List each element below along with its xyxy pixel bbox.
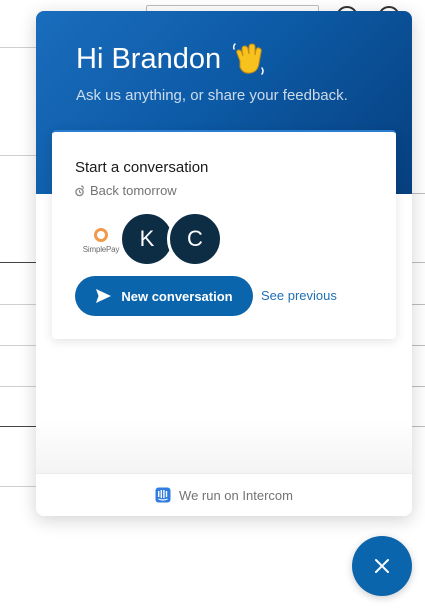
greeting-text: Hi Brandon (76, 42, 222, 75)
background-divider (412, 304, 425, 305)
reply-time-text: Back tomorrow (90, 183, 177, 198)
background-divider (0, 345, 36, 346)
background-divider (0, 155, 36, 156)
waving-hand-icon (231, 41, 267, 77)
card-title: Start a conversation (75, 159, 209, 176)
reply-time: Back tomorrow (75, 183, 177, 198)
footer-text: We run on Intercom (179, 487, 293, 503)
background-divider (412, 345, 425, 346)
background-divider (412, 193, 425, 194)
conversation-card: Start a conversation Back tomorrow Simpl… (52, 130, 396, 339)
background-divider (0, 262, 36, 263)
avatar: C (167, 211, 223, 267)
greeting-heading: Hi Brandon (76, 41, 267, 77)
messenger-footer[interactable]: We run on Intercom (36, 473, 412, 516)
background-divider (0, 304, 36, 305)
new-conversation-button[interactable]: New conversation (75, 276, 253, 316)
background-divider (0, 386, 36, 387)
background-divider (0, 426, 36, 427)
send-icon (95, 288, 112, 304)
team-avatars: SimplePay K C (75, 211, 235, 267)
background-divider (0, 486, 36, 487)
logo-text: SimplePay (82, 245, 120, 254)
background-divider (412, 262, 425, 263)
new-conversation-label: New conversation (121, 288, 233, 304)
messenger-panel: Hi Brandon Ask us anything, or share you… (36, 11, 412, 516)
background-divider (412, 426, 425, 427)
logo-ring-icon (94, 228, 108, 242)
intercom-icon (155, 487, 171, 503)
close-icon (374, 558, 390, 574)
background-divider (0, 47, 36, 48)
background-divider (412, 386, 425, 387)
intro-text: Ask us anything, or share your feedback. (76, 87, 348, 104)
clock-icon (75, 184, 85, 197)
see-previous-link[interactable]: See previous (261, 288, 337, 303)
messenger-launcher-button[interactable] (352, 536, 412, 596)
